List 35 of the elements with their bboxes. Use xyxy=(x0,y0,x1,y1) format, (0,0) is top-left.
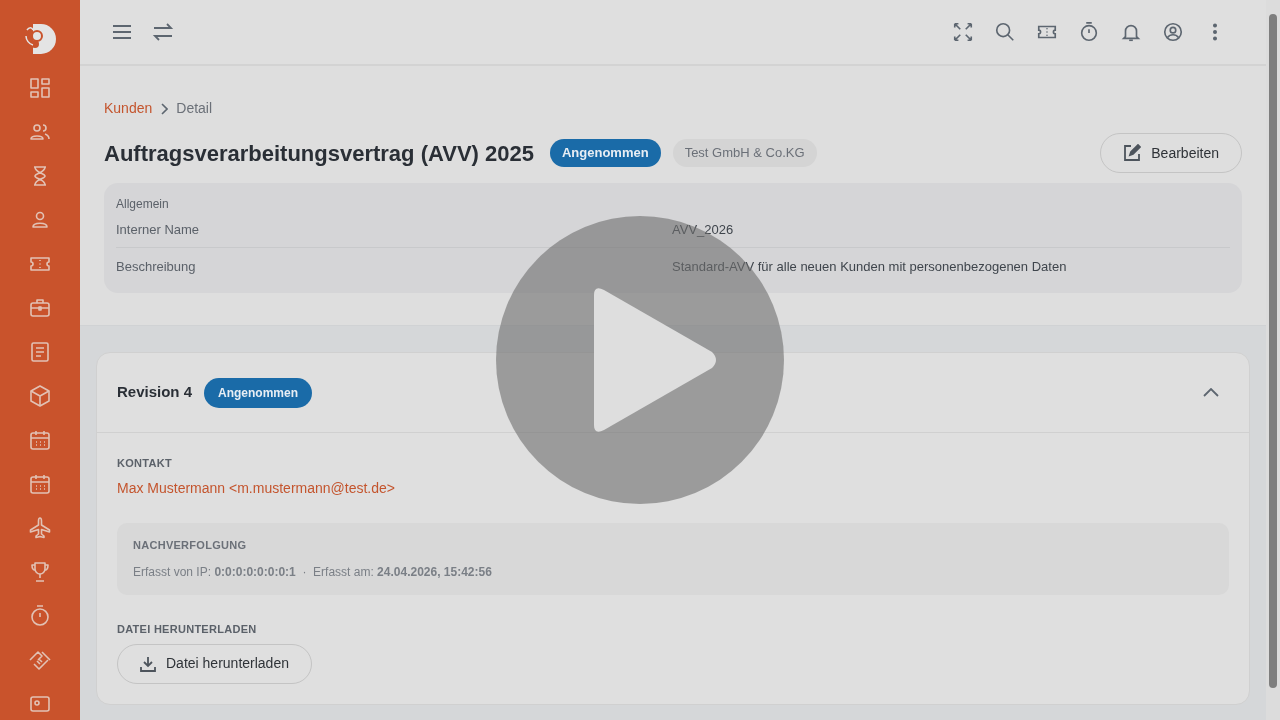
logo-icon[interactable] xyxy=(23,22,57,56)
cube-icon[interactable] xyxy=(28,384,52,408)
swap-arrows-icon[interactable] xyxy=(152,22,174,42)
field-label: KONTAKT xyxy=(117,456,173,471)
briefcase-icon[interactable] xyxy=(28,296,52,320)
account-icon[interactable] xyxy=(1162,21,1184,43)
field-value: AVV_2026 xyxy=(672,221,734,239)
tracking-info: Erfasst von IP: 0:0:0:0:0:0:0:1 · Erfasst am: 24.04.2026, 15:42:56 xyxy=(133,564,493,581)
trophy-icon[interactable] xyxy=(28,560,52,584)
field-label: DATEI HERUNTERLADEN xyxy=(117,622,258,637)
status-badge: Angenommen xyxy=(549,139,661,167)
edit-icon xyxy=(1123,144,1142,162)
field-label: Beschreibung xyxy=(116,257,197,276)
expand-icon[interactable] xyxy=(952,21,974,43)
airplane-icon[interactable] xyxy=(28,516,52,540)
section-heading: Allgemein xyxy=(116,196,170,213)
customer-tag: Test GmbH & Co.KG xyxy=(672,139,817,167)
menu-icon[interactable] xyxy=(112,24,132,40)
stopwatch-icon[interactable] xyxy=(1078,21,1100,43)
dashboard-icon[interactable] xyxy=(28,76,52,100)
page-title: Auftragsverarbeitungsvertrag (AVV) 2025 xyxy=(104,139,534,168)
status-badge: Angenommen xyxy=(204,377,313,408)
breadcrumb-current: Detail xyxy=(176,99,213,118)
scrollbar[interactable] xyxy=(1266,0,1280,720)
calendar-icon[interactable] xyxy=(28,472,52,496)
chevron-icon[interactable] xyxy=(1203,387,1219,398)
field-label: Interner Name xyxy=(116,221,201,239)
stopwatch-icon[interactable] xyxy=(28,604,52,628)
calendar-icon[interactable] xyxy=(28,428,52,452)
search-icon[interactable] xyxy=(994,21,1016,43)
chevron-right-icon xyxy=(160,102,169,115)
section-heading: NACHVERFOLGUNG xyxy=(133,537,248,553)
document-icon[interactable] xyxy=(28,340,52,364)
download-icon xyxy=(140,655,156,672)
revision-title: Revision 4 xyxy=(117,382,193,403)
